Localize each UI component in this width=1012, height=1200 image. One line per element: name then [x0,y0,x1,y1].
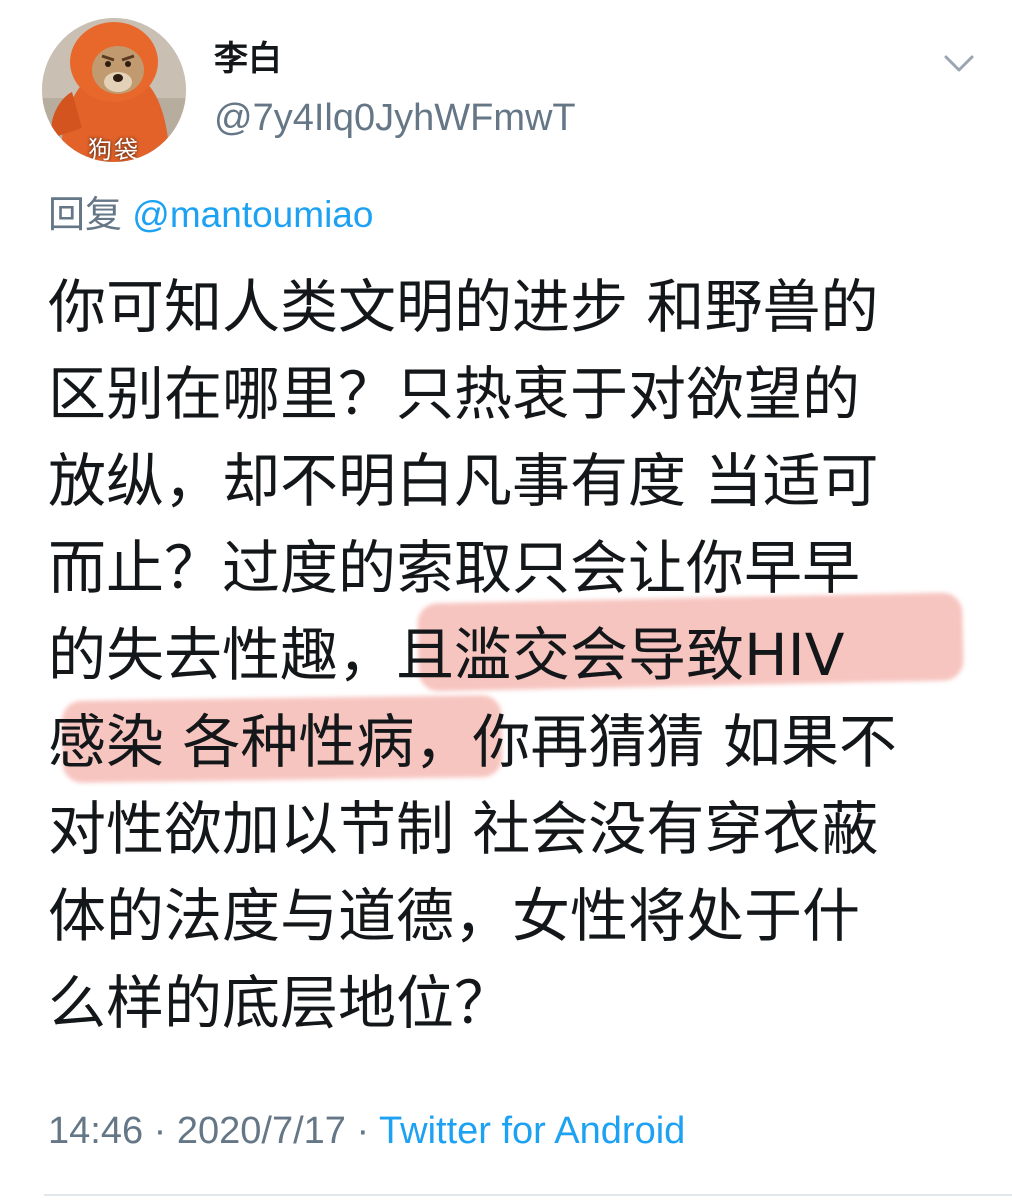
tweet-source-link[interactable]: Twitter for Android [379,1110,685,1152]
avatar[interactable]: 狗袋 [42,18,186,162]
chevron-down-icon[interactable] [942,52,976,76]
reply-context: 回复 @mantoumiao [48,196,373,233]
tweet-text-line: 你可知人类文明的进步 和野兽的 [48,273,879,341]
reply-prefix: 回复 [48,194,122,235]
tweet-date[interactable]: 2020/7/17 [177,1110,346,1152]
tweet-text: 你可知人类文明的进步 和野兽的 区别在哪里？只热衷于对欲望的 放纵，却不明白凡事… [48,264,978,1047]
tweet-metadata: 14:46 · 2020/7/17 · Twitter for Android [48,1112,685,1150]
tweet-text-line: 体的法度与道德，女性将处于什 [48,882,861,950]
tweet-text-line: 区别在哪里？只热衷于对欲望的 [48,360,861,428]
meta-separator: · [153,1110,167,1152]
reply-handle-link[interactable]: @mantoumiao [132,194,373,235]
tweet-text-line: 放纵，却不明白凡事有度 当适可 [48,447,879,515]
tweet-time[interactable]: 14:46 [48,1110,143,1152]
meta-separator: · [356,1110,370,1152]
tweet-text-line: 的失去性趣，且滥交会导致HIV [48,621,845,689]
tweet-text-line: 而止？过度的索取只会让你早早 [48,534,861,602]
author-display-name[interactable]: 李白 [214,42,282,76]
divider [44,1194,1012,1196]
tweet-text-line: 感染 各种性病，你再猜猜 如果不 [48,708,897,776]
tweet-text-line: 么样的底层地位？ [48,969,513,1037]
tweet-text-line: 对性欲加以节制 社会没有穿衣蔽 [48,795,879,863]
avatar-caption: 狗袋 [88,136,140,162]
author-username[interactable]: @7y4Ilq0JyhWFmwT [214,99,576,137]
tweet-card: 狗袋 李白 @7y4Ilq0JyhWFmwT 回复 @mantoumiao 你可… [0,0,1012,1200]
